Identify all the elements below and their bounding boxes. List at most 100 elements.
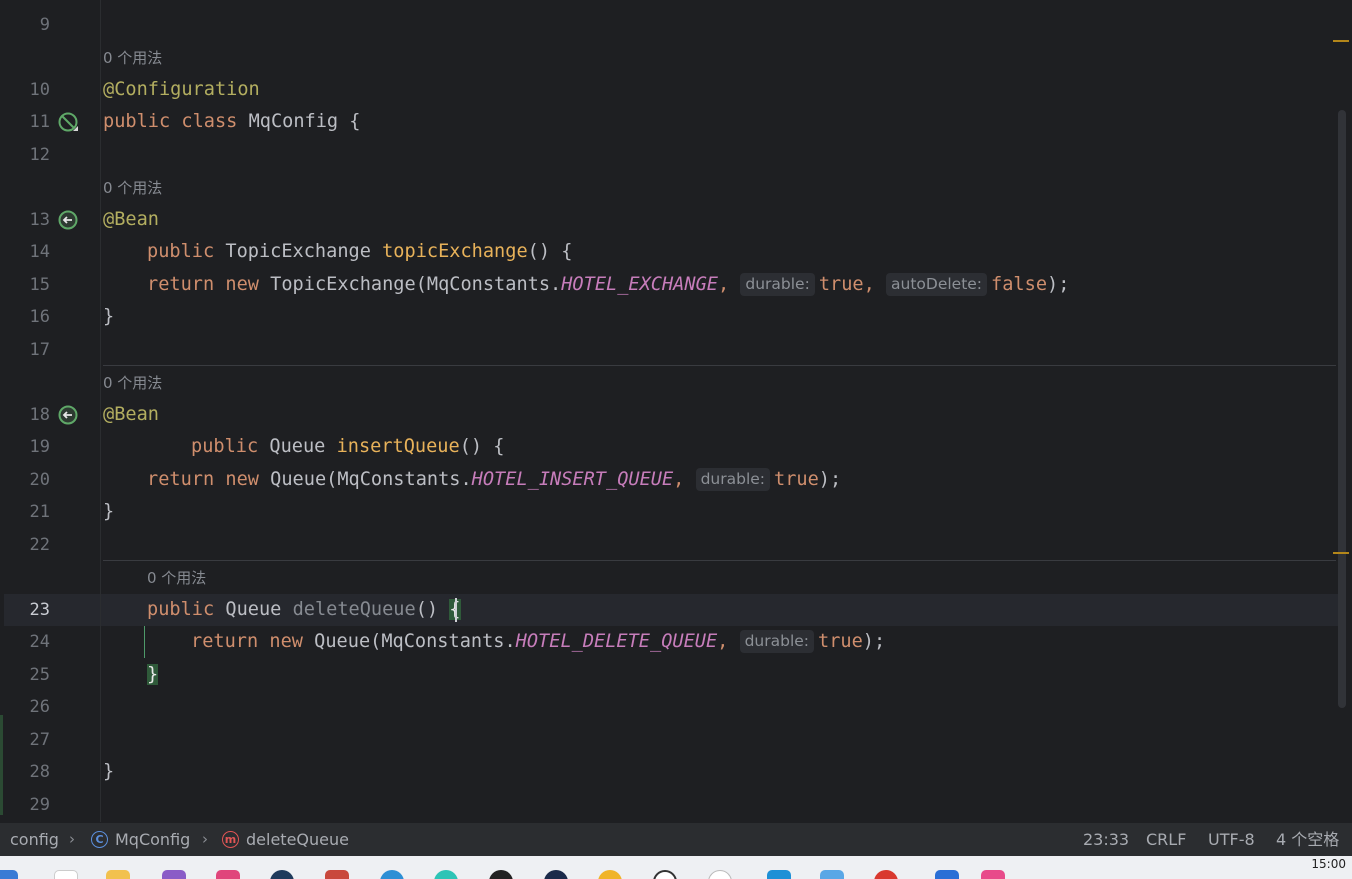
constant: HOTEL_EXCHANGE — [561, 274, 718, 295]
code-line-10[interactable]: @Configuration — [103, 74, 260, 106]
parameter-hint: autoDelete: — [886, 273, 988, 296]
code-line-19[interactable]: public Queue insertQueue() { — [191, 431, 504, 463]
line-number: 12 — [29, 145, 50, 165]
keyword: new — [225, 469, 259, 490]
line-number: 24 — [29, 632, 50, 652]
spring-bean-disabled-icon[interactable] — [57, 111, 79, 133]
line-number: 21 — [29, 502, 50, 522]
start-icon[interactable] — [0, 870, 18, 879]
annotation: @Configuration — [103, 79, 260, 100]
type-name: Queue — [225, 599, 282, 620]
app-icon[interactable] — [216, 870, 240, 879]
keyword: public — [191, 436, 259, 457]
line-number-current: 23 — [29, 600, 50, 620]
usage-hint[interactable]: 0 个用法 — [103, 373, 162, 393]
code-line-13[interactable]: @Bean — [103, 204, 159, 236]
app-icon[interactable] — [325, 870, 349, 879]
app-icon[interactable] — [380, 870, 404, 879]
vertical-scrollbar[interactable] — [1338, 110, 1346, 708]
code-line-28[interactable]: } — [103, 756, 114, 788]
code-punct: () { — [527, 241, 573, 262]
app-icon[interactable] — [270, 870, 294, 879]
chrome-icon[interactable] — [708, 870, 732, 879]
class-icon: C — [91, 831, 108, 848]
code-line-15[interactable]: return new TopicExchange(MqConstants.HOT… — [147, 269, 1069, 301]
code-line-24[interactable]: return new Queue(MqConstants.HOTEL_DELET… — [191, 626, 885, 658]
spring-bean-icon[interactable] — [57, 209, 79, 231]
app-icon[interactable] — [874, 870, 898, 879]
warning-marker[interactable] — [1333, 40, 1349, 42]
keyword: public — [147, 241, 215, 262]
line-number: 28 — [29, 762, 50, 782]
line-number: 22 — [29, 535, 50, 555]
indent-setting[interactable]: 4 个空格 — [1276, 823, 1339, 856]
usage-hint[interactable]: 0 个用法 — [147, 568, 206, 588]
warning-marker[interactable] — [1333, 552, 1349, 554]
code-line-25[interactable]: } — [147, 659, 159, 691]
method-name-unused: deleteQueue — [292, 599, 416, 620]
parameter-hint: durable: — [739, 630, 815, 653]
visual-studio-icon[interactable] — [162, 870, 186, 879]
code-punct: () — [415, 599, 439, 620]
code-line-16[interactable]: } — [103, 301, 114, 333]
app-icon[interactable] — [489, 870, 513, 879]
indent-guide — [144, 626, 145, 658]
breadcrumb-package[interactable]: config — [10, 823, 59, 856]
code-text: Queue(MqConstants. — [270, 469, 472, 490]
code-punct: } — [103, 501, 115, 522]
method-separator — [103, 560, 1336, 561]
app-icon[interactable] — [598, 870, 622, 879]
code-punct: ); — [818, 469, 842, 490]
constant: HOTEL_INSERT_QUEUE — [471, 469, 674, 490]
chevron-right-icon: › — [69, 830, 75, 848]
notepad-icon[interactable] — [54, 870, 78, 879]
app-icon[interactable] — [935, 870, 959, 879]
line-ending[interactable]: CRLF — [1146, 823, 1186, 856]
file-encoding[interactable]: UTF-8 — [1208, 823, 1255, 856]
parameter-hint: durable: — [740, 273, 815, 296]
keyword: public — [103, 111, 171, 132]
usage-hint[interactable]: 0 个用法 — [103, 178, 162, 198]
caret-position[interactable]: 23:33 — [1083, 823, 1129, 856]
code-punct: ); — [1047, 274, 1070, 295]
text-caret — [455, 598, 457, 622]
keyword: false — [991, 274, 1048, 295]
taskbar-clock[interactable]: 15:00 — [1311, 856, 1346, 872]
annotation: @Bean — [103, 404, 159, 425]
code-punct: } — [103, 306, 115, 327]
code-line-11[interactable]: public class MqConfig { — [103, 106, 361, 138]
code-text: Queue(MqConstants. — [314, 631, 516, 652]
breadcrumb-method[interactable]: deleteQueue — [246, 823, 349, 856]
code-line-18[interactable]: @Bean — [103, 399, 159, 431]
method-name: insertQueue — [336, 436, 460, 457]
app-icon[interactable] — [820, 870, 844, 879]
usage-hint[interactable]: 0 个用法 — [103, 48, 162, 68]
code-punct: , — [717, 274, 730, 295]
line-number: 29 — [29, 795, 50, 815]
type-name: TopicExchange — [225, 241, 371, 262]
app-icon[interactable] — [544, 870, 568, 879]
keyword: true — [818, 631, 863, 652]
code-punct: () { — [459, 436, 505, 457]
app-icon[interactable] — [767, 870, 791, 879]
code-line-20[interactable]: return new Queue(MqConstants.HOTEL_INSER… — [147, 464, 841, 496]
line-number: 17 — [29, 340, 50, 360]
spring-bean-icon[interactable] — [57, 404, 79, 426]
app-icon[interactable] — [653, 870, 677, 879]
intellij-icon[interactable] — [981, 870, 1005, 879]
code-line-14[interactable]: public TopicExchange topicExchange() { — [147, 236, 572, 268]
app-icon[interactable] — [434, 870, 458, 879]
method-name: topicExchange — [382, 241, 528, 262]
code-line-21[interactable]: } — [103, 496, 114, 528]
line-number: 13 — [29, 210, 50, 230]
code-editor[interactable]: 9 10 11 12 13 14 15 16 17 18 19 20 21 22… — [0, 0, 1352, 822]
code-line-23[interactable]: public Queue deleteQueue() { — [147, 594, 461, 626]
line-number: 14 — [29, 242, 50, 262]
keyword: public — [147, 599, 215, 620]
breadcrumb-class[interactable]: MqConfig — [115, 823, 190, 856]
line-number: 19 — [29, 437, 50, 457]
annotation: @Bean — [103, 209, 159, 230]
keyword: true — [774, 469, 819, 490]
folder-icon[interactable] — [106, 870, 130, 879]
line-number: 9 — [39, 15, 50, 35]
